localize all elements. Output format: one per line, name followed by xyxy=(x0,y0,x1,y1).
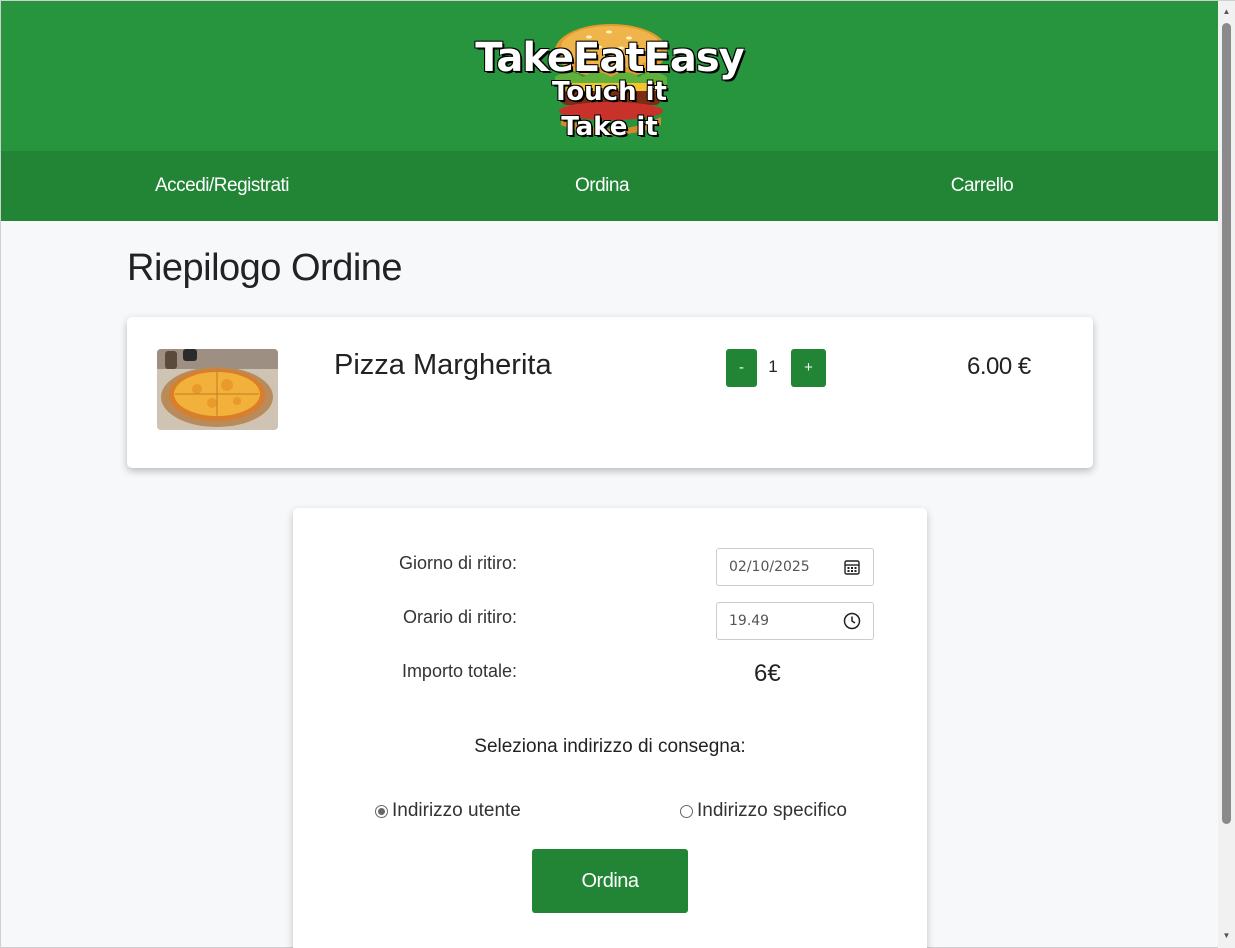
logo-tagline-1: Touch it xyxy=(552,77,667,107)
increase-quantity-button[interactable]: + xyxy=(791,349,826,387)
calendar-icon[interactable] xyxy=(843,558,861,576)
pizza-icon xyxy=(157,349,278,430)
nav-item-cart[interactable]: Carrello xyxy=(832,151,1132,221)
scroll-down-arrow-icon[interactable]: ▼ xyxy=(1218,927,1235,944)
item-name: Pizza Margherita xyxy=(334,349,552,381)
item-quantity: 1 xyxy=(768,357,778,376)
address-option-user[interactable]: Indirizzo utente xyxy=(375,799,521,823)
pizza-image xyxy=(157,349,278,430)
address-heading: Seleziona indirizzo di consegna: xyxy=(474,736,746,757)
address-option-specific[interactable]: Indirizzo specifico xyxy=(680,799,847,823)
pickup-time-input[interactable]: 19.49 xyxy=(716,602,874,640)
address-option-specific-label: Indirizzo specifico xyxy=(697,800,847,821)
logo-title: TakeEatEasy xyxy=(475,35,744,81)
pickup-day-label: Giorno di ritiro: xyxy=(398,553,517,573)
page-title: Riepilogo Ordine xyxy=(127,247,403,289)
scroll-up-arrow-icon[interactable]: ▲ xyxy=(1218,3,1235,20)
total-value: 6€ xyxy=(754,660,781,687)
radio-button-specific-address[interactable] xyxy=(680,804,693,818)
page: TakeEatEasy Touch it Take it Accedi/Regi… xyxy=(1,1,1218,948)
order-form-card: Giorno di ritiro: 02/10/2025 Orario di r… xyxy=(293,508,927,948)
decrease-quantity-button[interactable]: - xyxy=(726,349,757,387)
address-option-user-label: Indirizzo utente xyxy=(392,800,521,821)
radio-button-user-address[interactable] xyxy=(375,804,388,818)
vertical-scrollbar[interactable]: ▲ ▼ xyxy=(1218,1,1235,948)
total-label: Importo totale: xyxy=(401,661,517,681)
pickup-time-label: Orario di ritiro: xyxy=(402,607,517,627)
nav-item-login[interactable]: Accedi/Registrati xyxy=(72,151,372,221)
pickup-day-input[interactable]: 02/10/2025 xyxy=(716,548,874,586)
pickup-day-value: 02/10/2025 xyxy=(729,559,810,575)
cart-item-card: Pizza Margherita - 1 + 6.00 € xyxy=(127,317,1093,468)
site-logo[interactable]: TakeEatEasy Touch it Take it xyxy=(1,15,1218,151)
nav-item-order[interactable]: Ordina xyxy=(452,151,752,221)
clock-icon[interactable] xyxy=(843,612,861,630)
item-price: 6.00 € xyxy=(967,353,1031,380)
site-header: TakeEatEasy Touch it Take it xyxy=(1,1,1218,151)
scrollbar-thumb[interactable] xyxy=(1222,23,1231,824)
logo-tagline-2: Take it xyxy=(561,112,658,142)
main-nav: Accedi/Registrati Ordina Carrello xyxy=(1,151,1218,221)
pickup-time-value: 19.49 xyxy=(729,613,770,629)
order-button[interactable]: Ordina xyxy=(532,849,688,913)
